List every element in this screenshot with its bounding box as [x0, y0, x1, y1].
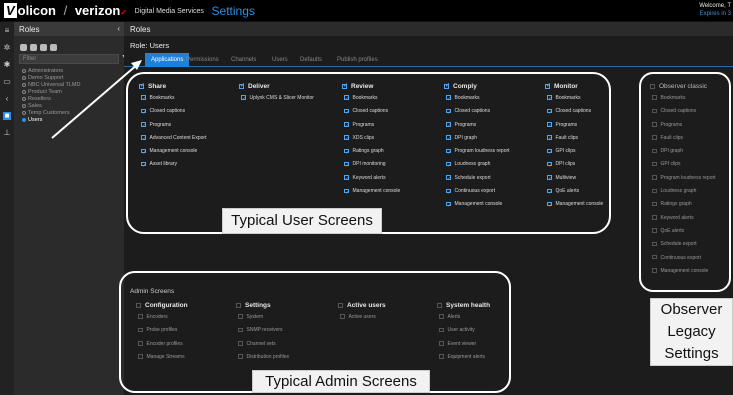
observer-callout-line: Observer	[660, 301, 723, 318]
annotation-arrows	[51, 60, 142, 139]
observer-callout-line: Settings	[664, 345, 719, 362]
user-screens-callout: Typical User Screens	[222, 208, 382, 234]
observer-callout: Observer Legacy Settings	[650, 298, 733, 366]
observer-callout-line: Legacy	[667, 323, 716, 340]
pointer-arrow-line	[51, 63, 139, 139]
admin-screens-callout: Typical Admin Screens	[252, 370, 430, 393]
